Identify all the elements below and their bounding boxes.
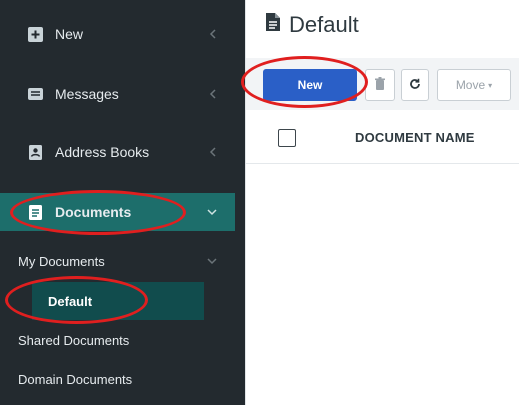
move-dropdown-button[interactable]: Move ▾ <box>437 69 511 101</box>
document-icon <box>265 12 281 38</box>
toolbar: New Move ▾ <box>245 58 519 110</box>
select-all-checkbox[interactable] <box>278 129 296 147</box>
document-icon <box>27 204 44 221</box>
caret-down-icon: ▾ <box>488 80 493 90</box>
page-title-text: Default <box>289 12 359 37</box>
move-button-label: Move <box>455 78 486 92</box>
chevron-left-icon <box>209 133 217 171</box>
sidebar-item-label: Messages <box>55 86 119 102</box>
new-document-button[interactable]: New <box>263 69 357 101</box>
chevron-left-icon <box>209 75 217 113</box>
page-title: Default <box>265 12 359 38</box>
sidebar-subitem-label: Domain Documents <box>18 371 133 387</box>
divider <box>245 0 246 405</box>
refresh-button[interactable] <box>401 69 429 101</box>
sidebar-item-label: Address Books <box>55 144 150 160</box>
page-header: Default <box>245 0 519 58</box>
table-header: DOCUMENT NAME <box>245 110 519 164</box>
sidebar-item-address-books[interactable]: Address Books <box>0 133 235 171</box>
compose-icon <box>27 26 44 43</box>
sidebar-subitem-label: My Documents <box>18 253 105 269</box>
refresh-icon <box>409 78 421 93</box>
new-button-label: New <box>297 78 323 92</box>
sidebar-subitem-my-documents[interactable]: My Documents <box>0 242 235 280</box>
chevron-down-icon <box>207 242 217 280</box>
sidebar-subitem-shared-documents[interactable]: Shared Documents <box>0 321 235 359</box>
sidebar-item-new[interactable]: New <box>0 15 235 53</box>
trash-icon <box>374 76 386 94</box>
sidebar-subitem-domain-documents[interactable]: Domain Documents <box>0 360 235 398</box>
column-header-document-name[interactable]: DOCUMENT NAME <box>355 130 475 145</box>
sidebar-subitem-label: Default <box>48 293 93 309</box>
sidebar-item-label: Documents <box>55 204 132 220</box>
sidebar-subitem-label: Shared Documents <box>18 332 130 348</box>
address-book-icon <box>27 144 44 161</box>
messages-icon <box>27 86 44 103</box>
sidebar-subitem-default[interactable]: Default <box>32 282 204 320</box>
sidebar: New Messages Address Books Documents My … <box>0 0 245 405</box>
sidebar-item-messages[interactable]: Messages <box>0 75 235 113</box>
sidebar-item-label: New <box>55 26 84 42</box>
chevron-down-icon <box>207 193 217 231</box>
chevron-left-icon <box>209 15 217 53</box>
delete-button[interactable] <box>365 69 395 101</box>
sidebar-item-documents[interactable]: Documents <box>0 193 235 231</box>
